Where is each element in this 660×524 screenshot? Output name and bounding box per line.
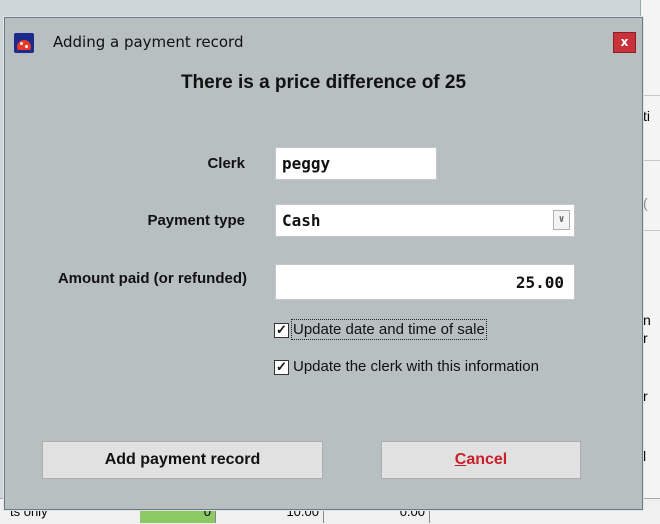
update-datetime-label: Update date and time of sale xyxy=(291,319,487,340)
payment-type-value: Cash xyxy=(282,211,321,230)
price-difference-heading: There is a price difference of 25 xyxy=(180,72,467,93)
update-clerk-label: Update the clerk with this information xyxy=(293,358,539,375)
add-payment-record-label: Add payment record xyxy=(104,451,261,468)
checkmark-icon[interactable]: ✓ xyxy=(274,360,289,375)
checkmark-icon[interactable]: ✓ xyxy=(274,323,289,338)
bg-fragment: r xyxy=(643,330,648,346)
ladybug-app-icon xyxy=(14,33,34,53)
add-payment-record-button[interactable]: Add payment record xyxy=(42,441,323,479)
payment-record-dialog: Adding a payment record x There is a pri… xyxy=(4,17,643,510)
close-icon: x xyxy=(620,35,629,49)
amount-input[interactable]: 25.00 xyxy=(275,264,575,300)
payment-type-label: Payment type xyxy=(147,212,245,229)
chevron-down-icon[interactable]: ∨ xyxy=(553,210,570,230)
bg-fragment: ti xyxy=(643,108,650,124)
cancel-accelerator: C xyxy=(454,451,467,468)
amount-value: 25.00 xyxy=(515,273,564,292)
cancel-button[interactable]: Cancel xyxy=(381,441,581,479)
bg-fragment: r xyxy=(643,388,648,404)
update-datetime-checkbox[interactable]: ✓ Update date and time of sale xyxy=(274,319,544,341)
bg-fragment: n xyxy=(643,312,651,328)
title-bar[interactable]: Adding a payment record x xyxy=(5,18,642,62)
amount-label: Amount paid (or refunded) xyxy=(57,270,247,287)
background-window-right-edge: ti ( n r r l v xyxy=(640,0,660,523)
update-clerk-checkbox[interactable]: ✓ Update the clerk with this information xyxy=(274,358,614,378)
clerk-label: Clerk xyxy=(207,155,245,172)
bg-fragment: ( xyxy=(643,195,648,211)
cancel-label: ancel xyxy=(466,451,508,468)
payment-type-select[interactable]: Cash ∨ xyxy=(275,204,575,237)
clerk-input[interactable]: peggy xyxy=(275,147,437,180)
clerk-value: peggy xyxy=(282,154,331,173)
dialog-title: Adding a payment record xyxy=(53,33,244,51)
bg-fragment: l xyxy=(643,448,647,464)
close-button[interactable]: x xyxy=(613,32,636,53)
